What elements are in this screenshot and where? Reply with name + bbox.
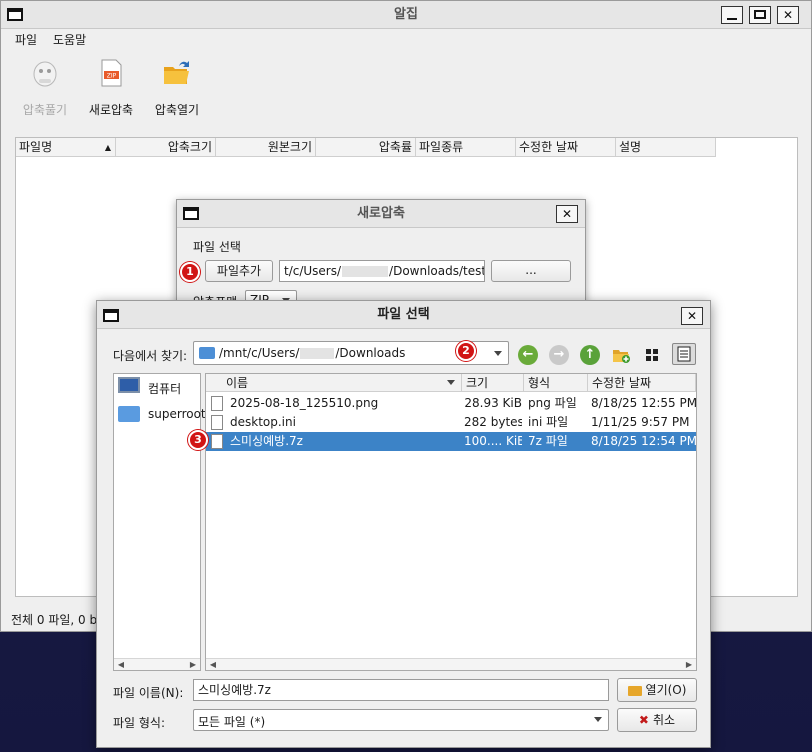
- filetype-label: 파일 형식:: [113, 716, 166, 730]
- place-superroot[interactable]: superroot: [118, 404, 208, 424]
- scroll-right-icon: ▶: [685, 660, 693, 669]
- file-dialog-title: 파일 선택: [377, 307, 430, 322]
- grid-view-icon: [646, 349, 658, 361]
- open-archive-tool-button[interactable]: 압축열기: [142, 57, 212, 118]
- close-icon: ✕: [561, 207, 573, 221]
- col-header-size[interactable]: 크기: [462, 374, 524, 392]
- new-archive-label: 새로압축: [88, 103, 134, 117]
- cancel-x-icon: ✖: [638, 713, 649, 727]
- open-archive-label: 압축열기: [154, 103, 200, 117]
- menubar: 파일 도움말: [1, 29, 811, 47]
- extract-label: 압축풀기: [22, 103, 68, 117]
- folder-open-icon: [627, 685, 642, 696]
- filename-input[interactable]: 스미싱예방.7z: [193, 679, 609, 701]
- parent-folder-button[interactable]: ↑: [580, 345, 600, 365]
- detail-view-button[interactable]: [672, 343, 696, 365]
- svg-text:ZIP: ZIP: [107, 73, 117, 80]
- scroll-right-icon: ▶: [189, 660, 197, 669]
- col-header-filename[interactable]: 파일명 ▲: [16, 138, 116, 157]
- list-view-button[interactable]: [642, 345, 662, 365]
- sort-up-icon: ▲: [104, 143, 111, 152]
- computer-icon: [118, 377, 140, 393]
- minimize-button[interactable]: [721, 6, 743, 24]
- new-archive-tool-button[interactable]: ZIP 새로압축: [76, 57, 146, 118]
- archive-path-field[interactable]: t/c/Users//Downloads/test.zip: [279, 260, 485, 282]
- col-header-type[interactable]: 형식: [524, 374, 588, 392]
- zip-file-icon: ZIP: [95, 57, 127, 89]
- file-icon: [211, 396, 223, 411]
- status-text: 전체 0 파일, 0 b: [11, 613, 98, 627]
- new-archive-titlebar[interactable]: 새로압축 ✕: [177, 200, 585, 228]
- places-sidebar: 컴퓨터 superroot ◀ ▶: [113, 373, 206, 671]
- look-in-path: /mnt/c/Users//Downloads: [219, 346, 406, 360]
- redacted-username: [300, 348, 335, 359]
- open-button[interactable]: 열기(O): [617, 678, 697, 702]
- window-title: 알집: [394, 7, 418, 22]
- col-header-compressed-size[interactable]: 압축크기: [116, 138, 216, 157]
- close-icon: ✕: [686, 309, 698, 323]
- arrow-right-icon: →: [553, 347, 565, 362]
- maximize-button[interactable]: [749, 6, 771, 24]
- file-icon: [211, 434, 223, 449]
- new-archive-close-button[interactable]: ✕: [556, 205, 578, 223]
- annotation-badge-3: 3: [188, 430, 208, 450]
- new-folder-button[interactable]: [611, 345, 631, 365]
- close-icon: ✕: [782, 8, 794, 22]
- folder-open-icon: [161, 57, 193, 89]
- menu-file[interactable]: 파일: [15, 31, 37, 48]
- new-archive-title: 새로압축: [357, 206, 405, 221]
- sort-down-icon: [447, 380, 455, 385]
- new-folder-icon: [613, 350, 630, 363]
- arrow-up-icon: ↑: [584, 347, 596, 362]
- main-titlebar[interactable]: 알집 ✕: [1, 1, 811, 29]
- col-header-name[interactable]: 이름: [206, 374, 462, 392]
- new-archive-dialog: 새로압축 ✕ 파일 선택 파일추가 t/c/Users//Downloads/t…: [176, 199, 586, 310]
- filetype-select[interactable]: 모든 파일 (*): [193, 709, 609, 731]
- add-file-button[interactable]: 파일추가: [205, 260, 273, 282]
- chevron-down-icon: [494, 351, 502, 356]
- folder-icon: [118, 406, 140, 422]
- arrow-left-icon: ←: [522, 347, 534, 362]
- col-header-modified[interactable]: 수정한 날짜: [588, 374, 696, 392]
- forward-button[interactable]: →: [549, 345, 569, 365]
- look-in-label: 다음에서 찾기:: [113, 349, 188, 363]
- col-header-description[interactable]: 설명: [616, 138, 716, 157]
- file-icon: [211, 415, 223, 430]
- file-row-selected[interactable]: 스미싱예방.7z 100.... KiB 7z 파일 8/18/25 12:54…: [206, 432, 697, 451]
- col-header-type[interactable]: 파일종류: [416, 138, 516, 157]
- places-horizontal-scrollbar[interactable]: ◀ ▶: [114, 658, 200, 670]
- file-row[interactable]: desktop.ini 282 bytes ini 파일 1/11/25 9:5…: [206, 413, 696, 432]
- redacted-username: [342, 266, 389, 277]
- file-list[interactable]: 이름 크기 형식 수정한 날짜 2025-08-18_125510.png 28…: [205, 373, 697, 671]
- minimize-icon: [727, 18, 737, 20]
- browse-button[interactable]: ...: [491, 260, 571, 282]
- scroll-left-icon: ◀: [117, 660, 125, 669]
- annotation-badge-1: 1: [180, 262, 200, 282]
- col-header-original-size[interactable]: 원본크기: [216, 138, 316, 157]
- maximize-icon: [754, 10, 766, 19]
- annotation-badge-2: 2: [456, 341, 476, 361]
- folder-icon: [199, 347, 215, 359]
- filename-label: 파일 이름(N):: [113, 686, 184, 700]
- file-dialog-titlebar[interactable]: 파일 선택 ✕: [97, 301, 710, 329]
- file-list-horizontal-scrollbar[interactable]: ◀ ▶: [206, 658, 696, 670]
- back-button[interactable]: ←: [518, 345, 538, 365]
- col-header-modified[interactable]: 수정한 날짜: [516, 138, 616, 157]
- menu-help[interactable]: 도움말: [53, 31, 86, 48]
- chevron-down-icon: [594, 717, 602, 722]
- file-select-dialog: 파일 선택 ✕ 다음에서 찾기: /mnt/c/Users//Downloads…: [96, 300, 711, 748]
- col-header-ratio[interactable]: 압축률: [316, 138, 416, 157]
- file-row[interactable]: 2025-08-18_125510.png 28.93 KiB png 파일 8…: [206, 394, 697, 413]
- scroll-left-icon: ◀: [209, 660, 217, 669]
- cancel-button[interactable]: ✖ 취소: [617, 708, 697, 732]
- extract-tool-button[interactable]: 압축풀기: [10, 57, 80, 118]
- ghost-icon: [29, 57, 61, 89]
- close-button[interactable]: ✕: [777, 6, 799, 24]
- detail-view-icon: [677, 346, 691, 362]
- place-computer[interactable]: 컴퓨터: [118, 377, 208, 397]
- file-select-label: 파일 선택: [193, 240, 241, 254]
- file-dialog-close-button[interactable]: ✕: [681, 307, 703, 325]
